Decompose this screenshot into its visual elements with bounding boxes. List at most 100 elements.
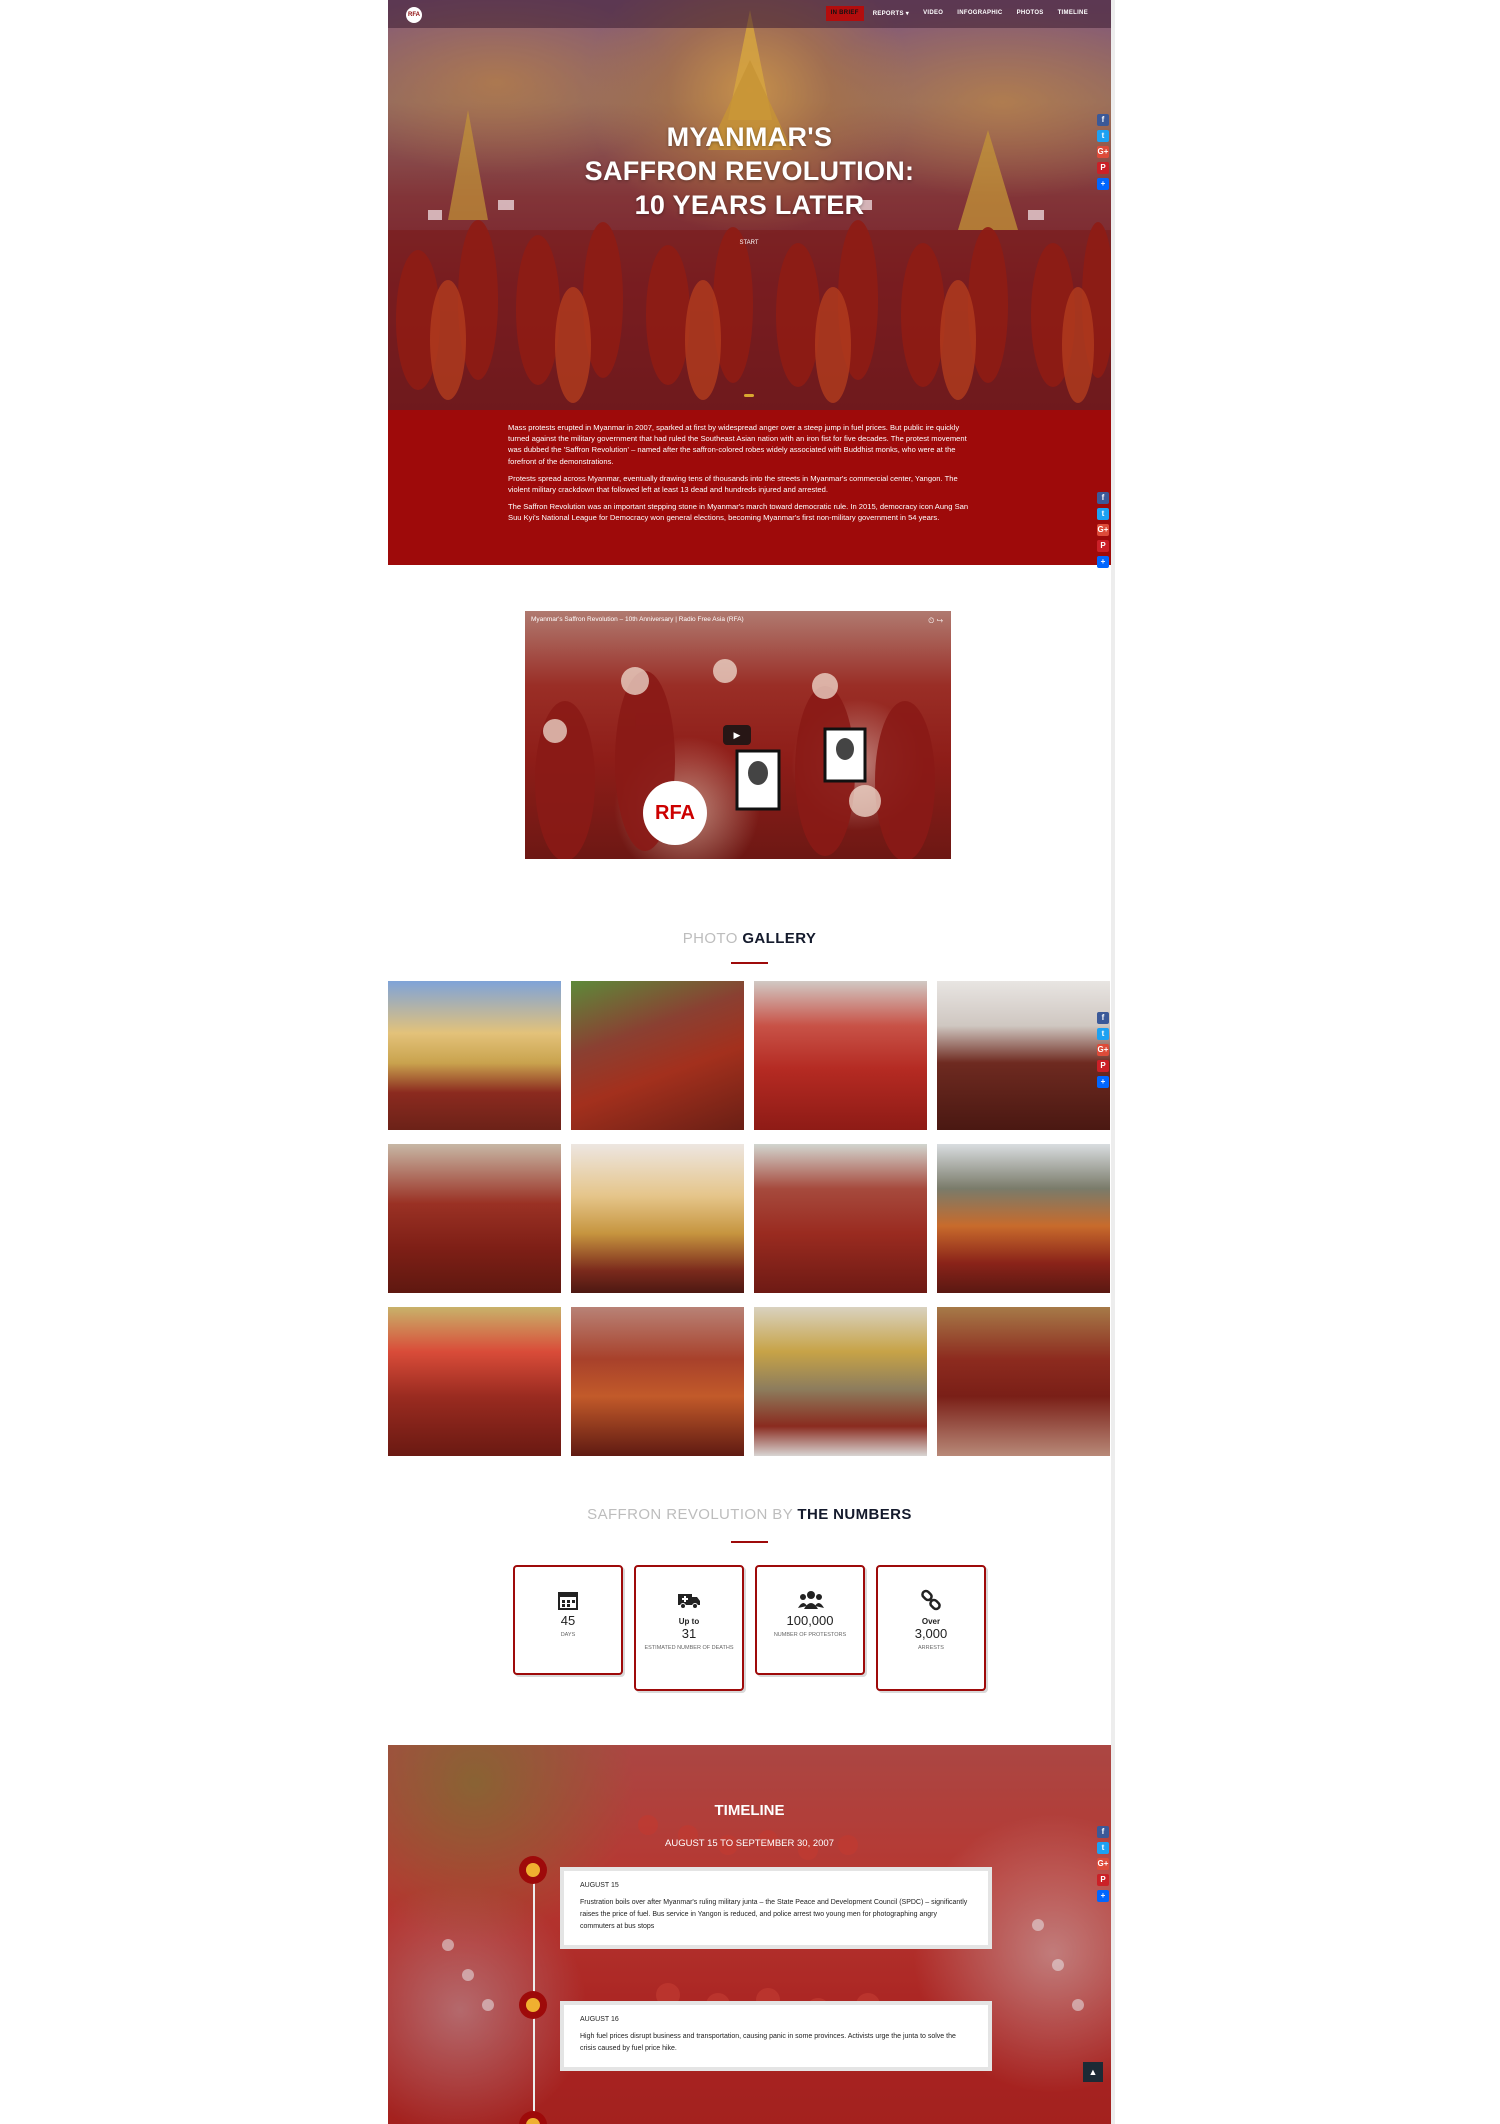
stat-value: 3,000: [914, 1626, 948, 1641]
chevron-up-icon: ▲: [1088, 2067, 1098, 2077]
share-bar-intro: f t G+ P +: [1097, 492, 1109, 572]
rfa-logo[interactable]: RFA: [406, 7, 422, 23]
gallery-photo[interactable]: [937, 981, 1110, 1130]
gallery-heading-light: PHOTO: [682, 930, 738, 947]
stat-label: DAYS: [560, 1632, 576, 1638]
numbers-heading-underline: [731, 1541, 768, 1543]
intro-paragraph-2: Protests spread across Myanmar, eventual…: [508, 473, 958, 495]
scroll-indicator[interactable]: [744, 394, 754, 397]
addthis-share-icon[interactable]: +: [1097, 556, 1109, 568]
video-rfa-logo: RFA: [643, 781, 707, 845]
addthis-share-icon[interactable]: +: [1097, 1890, 1109, 1902]
group-icon: [798, 1589, 824, 1611]
numbers-heading-light: SAFFRON REVOLUTION BY: [587, 1506, 793, 1523]
gallery-photo[interactable]: [571, 981, 744, 1130]
nav-item-timeline[interactable]: TIMELINE: [1053, 6, 1093, 21]
pinterest-share-icon[interactable]: P: [1097, 162, 1109, 174]
stat-value: 45: [560, 1613, 576, 1628]
gallery-photo[interactable]: [754, 981, 927, 1130]
stat-label: NUMBER OF PROTESTORS: [773, 1632, 847, 1638]
gallery-photo[interactable]: [388, 1307, 561, 1456]
gallery-photo[interactable]: [754, 1144, 927, 1293]
facebook-share-icon[interactable]: f: [1097, 114, 1109, 126]
timeline-event-card: AUGUST 16 High fuel prices disrupt busin…: [560, 2001, 992, 2071]
gallery-photo[interactable]: [754, 1307, 927, 1456]
hero-title-line3: 10 YEARS LATER: [634, 190, 865, 220]
share-bar-gallery: f t G+ P +: [1097, 1012, 1109, 1092]
video-title[interactable]: Myanmar's Saffron Revolution – 10th Anni…: [531, 616, 744, 623]
share-bar-timeline: f t G+ P +: [1097, 1826, 1109, 1906]
hero-section: RFA IN BRIEF REPORTS ▾ VIDEO INFOGRAPHIC…: [388, 0, 1111, 410]
chain-icon: [919, 1589, 943, 1611]
stat-card-arrests: Over 3,000 ARRESTS: [876, 1565, 986, 1691]
google-plus-share-icon[interactable]: G+: [1097, 1044, 1109, 1056]
nav-item-infographic[interactable]: INFOGRAPHIC: [952, 6, 1007, 21]
back-to-top-button[interactable]: ▲: [1083, 2062, 1103, 2082]
gallery-photo[interactable]: [937, 1144, 1110, 1293]
numbers-heading-bold: THE NUMBERS: [797, 1506, 912, 1523]
twitter-share-icon[interactable]: t: [1097, 1028, 1109, 1040]
twitter-share-icon[interactable]: t: [1097, 1842, 1109, 1854]
intro-text: Mass protests erupted in Myanmar in 2007…: [508, 422, 980, 530]
timeline-title: TIMELINE: [714, 1802, 785, 1819]
hero-title: MYANMAR'S SAFFRON REVOLUTION: 10 YEARS L…: [388, 120, 1111, 222]
timeline-event-text: High fuel prices disrupt business and tr…: [580, 2033, 956, 2052]
timeline-marker[interactable]: [519, 1991, 547, 2019]
gallery-photo[interactable]: [388, 1144, 561, 1293]
facebook-share-icon[interactable]: f: [1097, 1826, 1109, 1838]
stat-prefix: Up to: [678, 1617, 700, 1626]
page: RFA IN BRIEF REPORTS ▾ VIDEO INFOGRAPHIC…: [388, 0, 1111, 2124]
hero-title-line1: MYANMAR'S: [666, 122, 833, 152]
gallery-photo[interactable]: [571, 1144, 744, 1293]
stat-card-protestors: 100,000 NUMBER OF PROTESTORS: [755, 1565, 865, 1675]
stat-card-days: 45 DAYS: [513, 1565, 623, 1675]
hero-title-line2: SAFFRON REVOLUTION:: [584, 156, 915, 186]
share-bar-hero: f t G+ P +: [1097, 114, 1109, 194]
stat-value: 100,000: [786, 1613, 834, 1628]
nav-item-video[interactable]: VIDEO: [918, 6, 948, 21]
google-plus-share-icon[interactable]: G+: [1097, 1858, 1109, 1870]
calendar-icon: [556, 1589, 580, 1611]
addthis-share-icon[interactable]: +: [1097, 1076, 1109, 1088]
nav-item-reports[interactable]: REPORTS ▾: [868, 6, 914, 21]
intro-paragraph-3: The Saffron Revolution was an important …: [508, 502, 969, 523]
gallery-photo[interactable]: [571, 1307, 744, 1456]
google-plus-share-icon[interactable]: G+: [1097, 146, 1109, 158]
facebook-share-icon[interactable]: f: [1097, 1012, 1109, 1024]
google-plus-share-icon[interactable]: G+: [1097, 524, 1109, 536]
stat-label: ESTIMATED NUMBER OF DEATHS: [644, 1645, 734, 1651]
gallery-heading: PHOTO GALLERY: [388, 930, 1111, 947]
gallery-photo[interactable]: [937, 1307, 1110, 1456]
stat-prefix: Over: [921, 1617, 941, 1626]
start-button[interactable]: START: [724, 238, 774, 248]
gallery-heading-underline: [731, 962, 768, 964]
window-scrollbar[interactable]: [1111, 0, 1115, 2124]
nav-item-photos[interactable]: PHOTOS: [1012, 6, 1049, 21]
timeline-subtitle: AUGUST 15 TO SEPTEMBER 30, 2007: [665, 1838, 834, 1849]
timeline-event-date: AUGUST 16: [580, 2016, 619, 2023]
video-share-icon[interactable]: ⏲ ↪: [928, 616, 943, 626]
timeline-marker[interactable]: [519, 1856, 547, 1884]
pinterest-share-icon[interactable]: P: [1097, 1060, 1109, 1072]
play-icon[interactable]: ▶: [723, 725, 751, 745]
timeline-event-date: AUGUST 15: [580, 1882, 619, 1889]
pinterest-share-icon[interactable]: P: [1097, 1874, 1109, 1886]
gallery-heading-bold: GALLERY: [742, 930, 817, 947]
stat-card-deaths: Up to 31 ESTIMATED NUMBER OF DEATHS: [634, 1565, 744, 1691]
pinterest-share-icon[interactable]: P: [1097, 540, 1109, 552]
video-player[interactable]: Myanmar's Saffron Revolution – 10th Anni…: [525, 611, 951, 859]
nav-item-in-brief[interactable]: IN BRIEF: [825, 6, 864, 21]
stat-value: 31: [681, 1626, 697, 1641]
numbers-heading: SAFFRON REVOLUTION BY THE NUMBERS: [388, 1506, 1111, 1523]
nav-menu: IN BRIEF REPORTS ▾ VIDEO INFOGRAPHIC PHO…: [825, 6, 1093, 21]
timeline-section: TIMELINE AUGUST 15 TO SEPTEMBER 30, 2007…: [388, 1745, 1111, 2124]
intro-paragraph-1: Mass protests erupted in Myanmar in 2007…: [508, 423, 967, 466]
ambulance-icon: [677, 1589, 701, 1611]
stat-label: ARRESTS: [918, 1645, 944, 1651]
gallery-photo[interactable]: [388, 981, 561, 1130]
timeline-event-text: Frustration boils over after Myanmar's r…: [580, 1899, 968, 1930]
twitter-share-icon[interactable]: t: [1097, 508, 1109, 520]
facebook-share-icon[interactable]: f: [1097, 492, 1109, 504]
twitter-share-icon[interactable]: t: [1097, 130, 1109, 142]
addthis-share-icon[interactable]: +: [1097, 178, 1109, 190]
